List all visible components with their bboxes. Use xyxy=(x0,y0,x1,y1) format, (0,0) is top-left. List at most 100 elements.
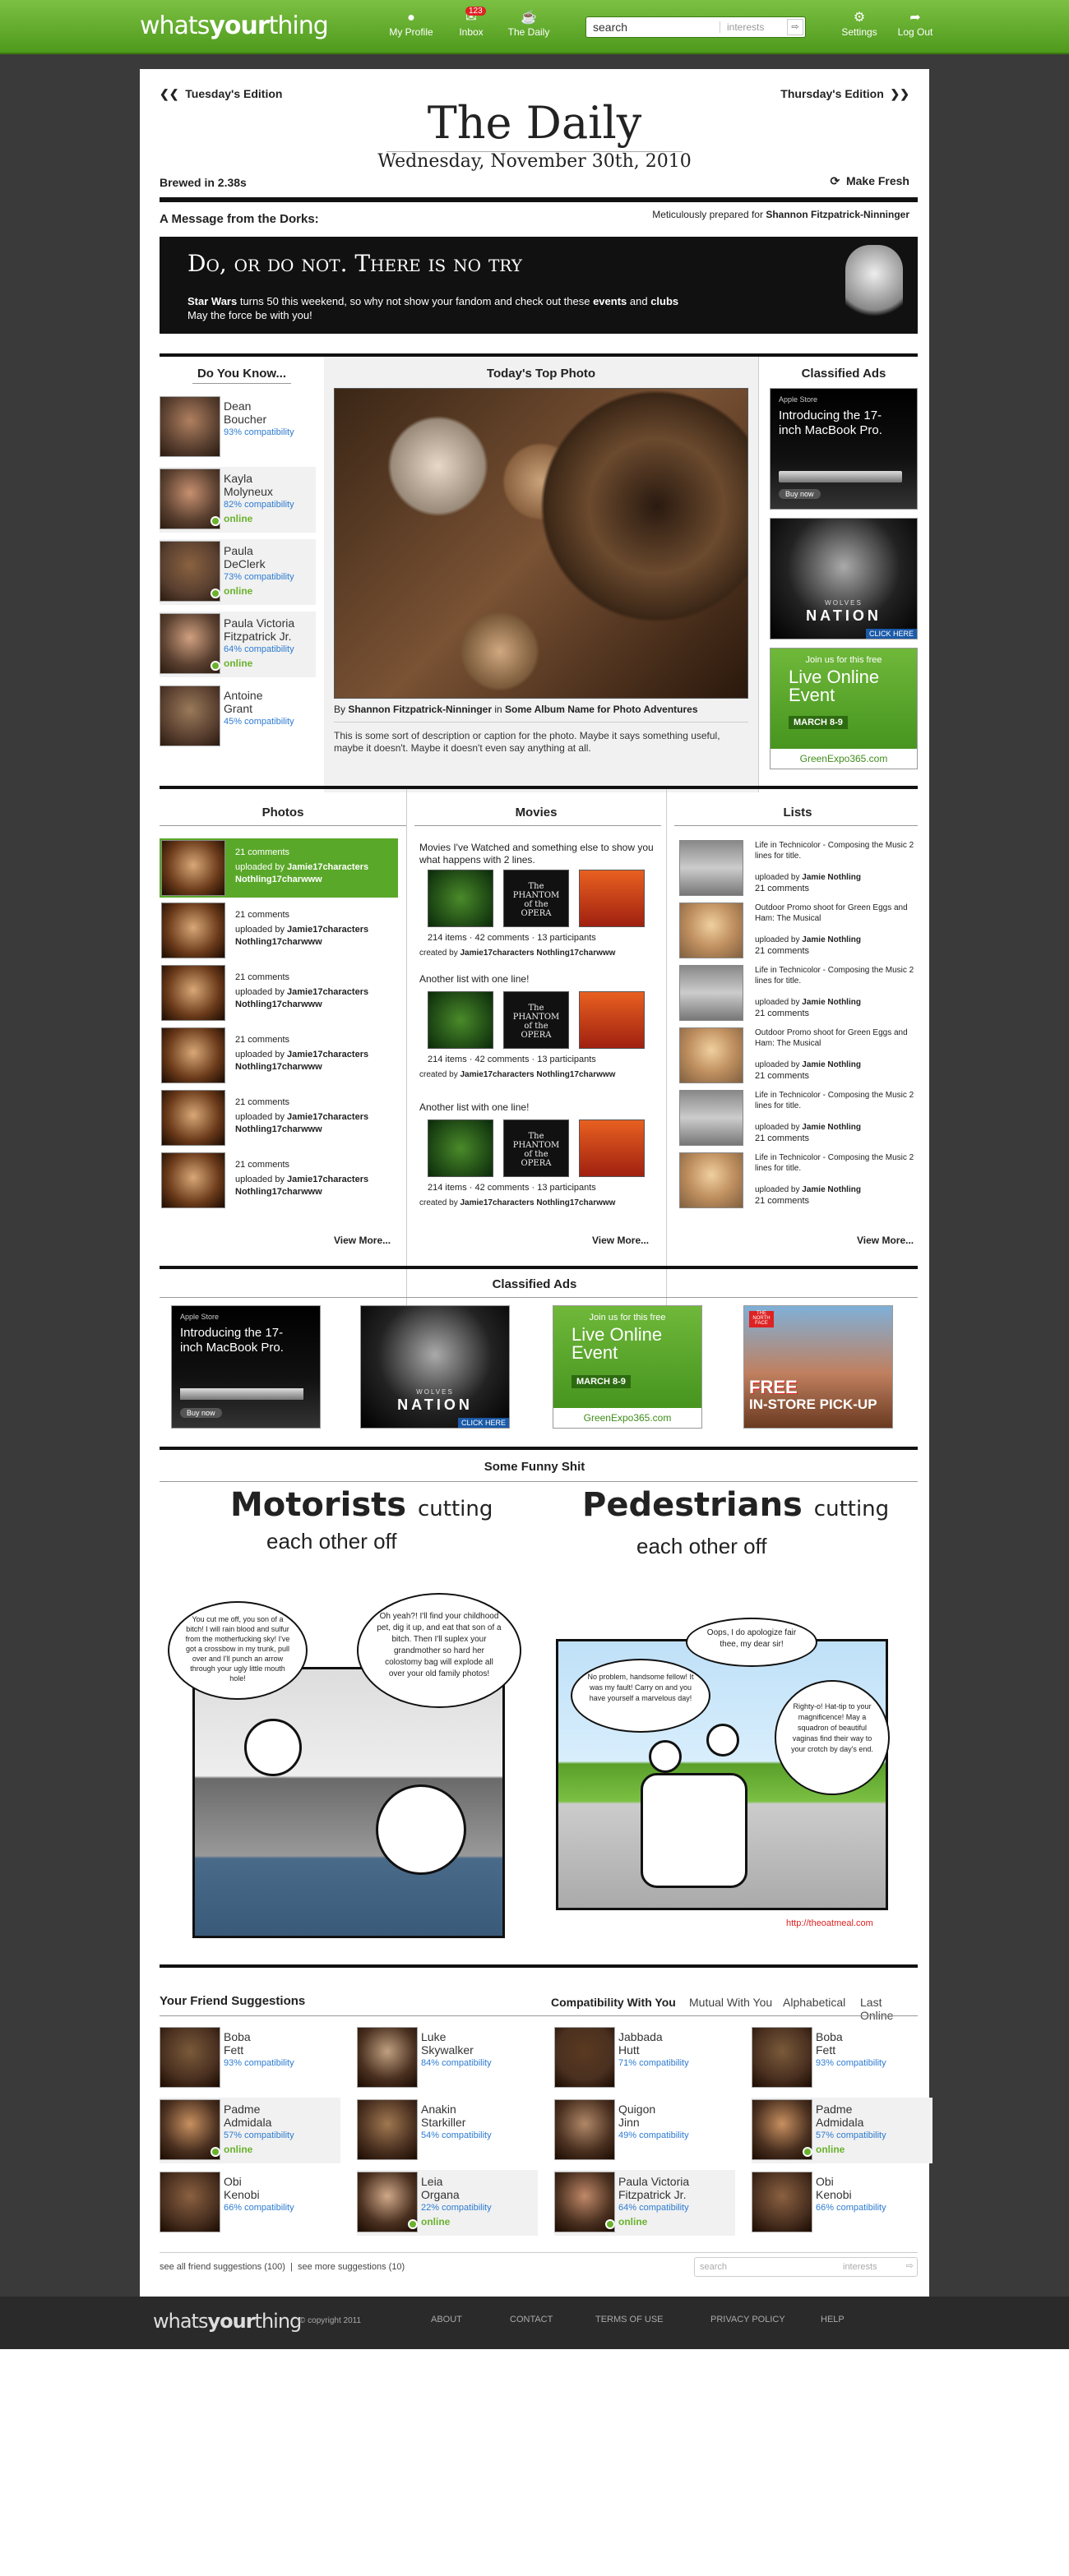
person-card[interactable]: Paula Victoria Fitzpatrick Jr. 64% compati… xyxy=(160,612,316,677)
movie-list-name[interactable]: Another list with one line! xyxy=(419,1101,658,1114)
footer-link-terms[interactable]: TERMS OF USE xyxy=(595,2315,664,2324)
footer-link-help[interactable]: HELP xyxy=(821,2315,845,2324)
ad-macbook-row[interactable]: Apple Store Introducing the 17-inch MacB… xyxy=(171,1305,321,1429)
nav-inbox[interactable]: ✉ 123 Inbox xyxy=(442,7,500,38)
tab-alphabetical[interactable]: Alphabetical xyxy=(783,1996,845,2009)
avatar[interactable] xyxy=(160,2027,220,2088)
photo-item[interactable]: 21 comments uploaded by Jamie17characters… xyxy=(160,1151,398,1210)
list-title[interactable]: Life in Technicolor - Composing the Musi… xyxy=(755,1152,916,1174)
footer-link-about[interactable]: ABOUT xyxy=(431,2315,462,2324)
movie-poster[interactable] xyxy=(428,1119,493,1177)
movie-list-name[interactable]: Another list with one line! xyxy=(419,973,658,986)
list-thumbnail[interactable] xyxy=(679,1090,743,1146)
photo-item[interactable]: 21 comments uploaded by Jamie17characters… xyxy=(160,838,398,898)
list-item[interactable]: Outdoor Promo shoot for Green Eggs and H… xyxy=(679,1026,918,1085)
list-thumbnail[interactable] xyxy=(679,903,743,958)
list-item[interactable]: Life in Technicolor - Composing the Musi… xyxy=(679,838,918,898)
footer-link-contact[interactable]: CONTACT xyxy=(510,2315,553,2324)
footer-link-privacy[interactable]: PRIVACY POLICY xyxy=(710,2315,785,2324)
list-thumbnail[interactable] xyxy=(679,965,743,1021)
avatar[interactable] xyxy=(160,686,220,746)
comic-strip[interactable]: Motorists cutting each other off Pedestr… xyxy=(160,1486,918,1946)
ad-live-event[interactable]: Join us for this free Live Online Event … xyxy=(770,648,918,769)
nav-settings[interactable]: ⚙ Settings xyxy=(831,10,888,38)
tab-last-online[interactable]: Last Online xyxy=(860,1996,918,2022)
tab-compatibility[interactable]: Compatibility With You xyxy=(551,1996,676,2009)
movie-poster[interactable] xyxy=(579,991,645,1049)
photo-item[interactable]: 21 comments uploaded by Jamie17characters… xyxy=(160,963,398,1023)
person-name[interactable]: Obi Kenobi xyxy=(816,2175,852,2201)
list-title[interactable]: Life in Technicolor - Composing the Musi… xyxy=(755,1090,916,1111)
person-name[interactable]: Anakin Starkiller xyxy=(421,2103,465,2129)
suggestion-card[interactable]: Paula Victoria Fitzpatrick Jr. 64% compati… xyxy=(554,2170,735,2236)
person-card[interactable]: Kayla Molyneux 82% compatibility online xyxy=(160,467,316,533)
search-filter-select[interactable]: interests xyxy=(720,21,764,33)
list-title[interactable]: Outdoor Promo shoot for Green Eggs and H… xyxy=(755,1027,916,1049)
suggestion-card[interactable]: Anakin Starkiller 54% compatibility xyxy=(357,2098,538,2163)
photo-thumbnail[interactable] xyxy=(161,1027,225,1083)
photo-thumbnail[interactable] xyxy=(161,1090,225,1146)
suggestion-card[interactable]: Luke Skywalker 84% compatibility xyxy=(357,2025,538,2091)
message-banner[interactable]: Do, or do not. There is no try Star Wars… xyxy=(160,237,918,334)
person-name[interactable]: Luke Skywalker xyxy=(421,2030,474,2057)
search-go-icon[interactable]: ⇨ xyxy=(906,2260,914,2271)
nav-my-profile[interactable]: ● My Profile xyxy=(382,10,440,38)
suggestion-card[interactable]: Obi Kenobi 66% compatibility xyxy=(160,2170,340,2236)
suggestion-card[interactable]: Obi Kenobi 66% compatibility xyxy=(752,2170,932,2236)
avatar[interactable] xyxy=(357,2027,418,2088)
list-title[interactable]: Outdoor Promo shoot for Green Eggs and H… xyxy=(755,903,916,924)
list-item[interactable]: Life in Technicolor - Composing the Musi… xyxy=(679,963,918,1023)
list-item[interactable]: Life in Technicolor - Composing the Musi… xyxy=(679,1151,918,1210)
suggestion-card[interactable]: Boba Fett 93% compatibility xyxy=(752,2025,932,2091)
suggestion-card[interactable]: Jabbada Hutt 71% compatibility xyxy=(554,2025,735,2091)
avatar[interactable] xyxy=(160,2172,220,2232)
person-name[interactable]: Paula Victoria Fitzpatrick Jr. xyxy=(224,616,294,643)
avatar[interactable] xyxy=(357,2099,418,2160)
see-more-link[interactable]: see more suggestions (10) xyxy=(298,2262,405,2272)
person-name[interactable]: Padme Admidala xyxy=(224,2103,271,2129)
suggestion-card[interactable]: Boba Fett 93% compatibility xyxy=(160,2025,340,2091)
ad-macbook[interactable]: Apple Store Introducing the 17-inch MacB… xyxy=(770,388,918,510)
ad-north-face[interactable]: THE NORTH FACE FREE IN-STORE PICK-UP xyxy=(743,1305,893,1429)
movie-poster[interactable] xyxy=(579,870,645,927)
see-all-link[interactable]: see all friend suggestions (100) xyxy=(160,2262,285,2272)
movie-poster[interactable]: The PHANTOM of the OPERA xyxy=(503,991,569,1049)
photo-thumbnail[interactable] xyxy=(161,1152,225,1208)
person-card[interactable]: Dean Boucher 93% compatibility xyxy=(160,395,316,460)
person-name[interactable]: Boba Fett xyxy=(224,2030,251,2057)
nav-the-daily[interactable]: ☕ The Daily xyxy=(500,10,558,38)
footer-logo[interactable]: whatsyourthing xyxy=(153,2310,302,2333)
ad-wolves[interactable]: WOLVES NATION CLICK HERE xyxy=(770,518,918,639)
make-fresh-button[interactable]: ⟳ Make Fresh xyxy=(830,174,909,188)
photo-thumbnail[interactable] xyxy=(161,965,225,1021)
suggestion-card[interactable]: Leia Organa 22% compatibility online xyxy=(357,2170,538,2236)
movie-list-name[interactable]: Movies I've Watched and something else t… xyxy=(419,842,658,866)
list-item[interactable]: Outdoor Promo shoot for Green Eggs and H… xyxy=(679,901,918,960)
movie-poster[interactable]: The PHANTOM of the OPERA xyxy=(503,1119,569,1177)
person-name[interactable]: Padme Admidala xyxy=(816,2103,863,2129)
movies-view-more[interactable]: View More... xyxy=(592,1235,649,1246)
movie-poster[interactable] xyxy=(428,991,493,1049)
person-card[interactable]: Antoine Grant 45% compatibility xyxy=(160,684,316,750)
comic-credit[interactable]: http://theoatmeal.com xyxy=(786,1918,873,1928)
tab-mutual[interactable]: Mutual With You xyxy=(689,1996,772,2009)
nav-log-out[interactable]: ➦ Log Out xyxy=(886,10,944,38)
person-name[interactable]: Paula DeClerk xyxy=(224,544,266,570)
avatar[interactable] xyxy=(160,396,220,457)
list-title[interactable]: Life in Technicolor - Composing the Musi… xyxy=(755,840,916,861)
bottom-search-input[interactable]: search xyxy=(700,2262,727,2272)
suggestion-card[interactable]: Padme Admidala 57% compatibility online xyxy=(160,2098,340,2163)
movie-poster[interactable] xyxy=(428,870,493,927)
suggestion-card[interactable]: Quigon Jinn 49% compatibility xyxy=(554,2098,735,2163)
photo-item[interactable]: 21 comments uploaded by Jamie17characters… xyxy=(160,901,398,960)
lists-view-more[interactable]: View More... xyxy=(857,1235,914,1246)
photo-thumbnail[interactable] xyxy=(161,840,225,896)
search-input[interactable]: search xyxy=(593,21,627,34)
movie-poster[interactable] xyxy=(579,1119,645,1177)
bottom-search-filter[interactable]: interests xyxy=(843,2262,877,2272)
avatar[interactable] xyxy=(752,2172,812,2232)
list-thumbnail[interactable] xyxy=(679,1027,743,1083)
avatar[interactable] xyxy=(554,2027,615,2088)
person-name[interactable]: Jabbada Hutt xyxy=(618,2030,663,2057)
person-name[interactable]: Kayla Molyneux xyxy=(224,472,273,498)
